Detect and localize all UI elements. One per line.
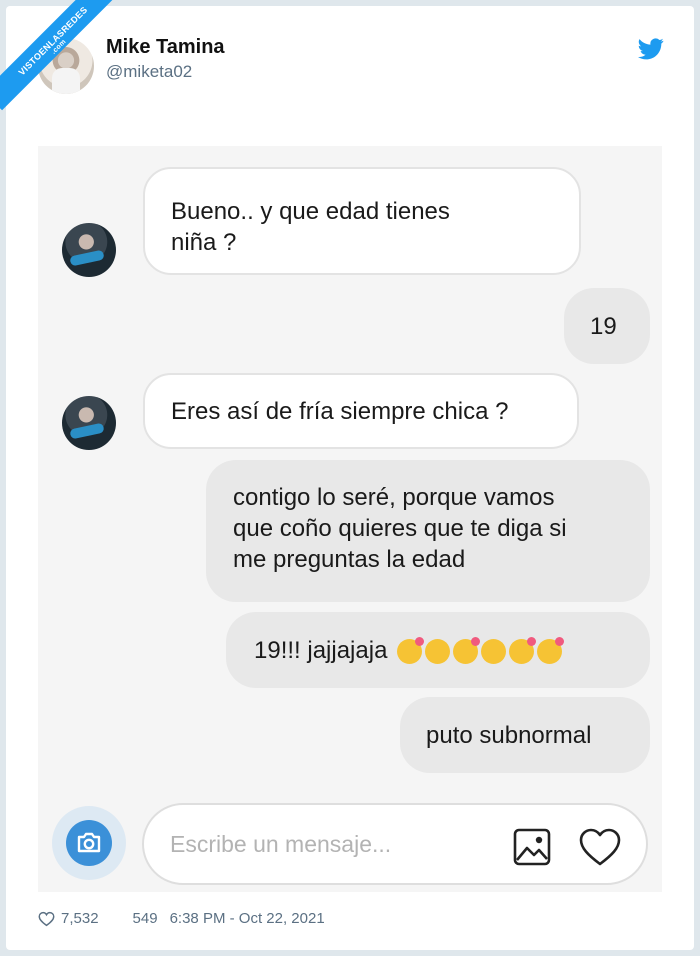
message-incoming: Eres así de fría siempre chica ? [143, 373, 579, 449]
message-outgoing: puto subnormal [400, 697, 650, 773]
contact-avatar[interactable] [62, 223, 116, 277]
message-outgoing: 19!!! jajjajaja [226, 612, 650, 688]
tweet-footer: 7,532 549 6:38 PM - Oct 22, 2021 [38, 910, 325, 927]
camera-button[interactable] [52, 806, 126, 880]
message-input[interactable]: Escribe un mensaje... [142, 803, 648, 885]
message-outgoing: contigo lo seré, porque vamos que coño q… [206, 460, 650, 602]
kiss-heart-emoji [509, 637, 537, 665]
message-outgoing: 19 [564, 288, 650, 364]
like-heart-icon[interactable] [38, 911, 55, 927]
message-line: Bueno.. y que edad tienes [171, 198, 450, 225]
message-line: 19 [590, 313, 617, 340]
wink-emoji [425, 639, 451, 665]
message-line: 19!!! jajjajaja [254, 637, 388, 664]
wink-emoji [481, 639, 507, 665]
tweet-timestamp[interactable]: 6:38 PM - Oct 22, 2021 [170, 910, 325, 927]
like-count[interactable]: 7,532 [61, 910, 99, 927]
message-line: niña ? [171, 229, 237, 256]
camera-icon [66, 820, 112, 866]
message-input-placeholder: Escribe un mensaje... [170, 831, 392, 857]
image-gallery-icon[interactable] [512, 827, 552, 867]
message-line: contigo lo seré, porque vamos [233, 484, 555, 511]
author-name[interactable]: Mike Tamina [106, 36, 225, 59]
message-incoming: Bueno.. y que edad tienes niña ? [143, 167, 581, 275]
kiss-heart-emoji [397, 637, 425, 665]
message-line: Eres así de fría siempre chica ? [171, 398, 509, 425]
twitter-bird-icon[interactable] [638, 38, 664, 60]
kiss-heart-emoji [453, 637, 481, 665]
author-handle[interactable]: @miketa02 [106, 62, 192, 82]
heart-eyes-emoji [537, 637, 565, 665]
retweet-count[interactable]: 549 [133, 910, 158, 927]
message-line: me preguntas la edad [233, 546, 466, 573]
heart-icon[interactable] [578, 827, 622, 867]
message-line: que coño quieres que te diga si [233, 515, 567, 542]
message-line: puto subnormal [426, 722, 592, 749]
contact-avatar[interactable] [62, 396, 116, 450]
